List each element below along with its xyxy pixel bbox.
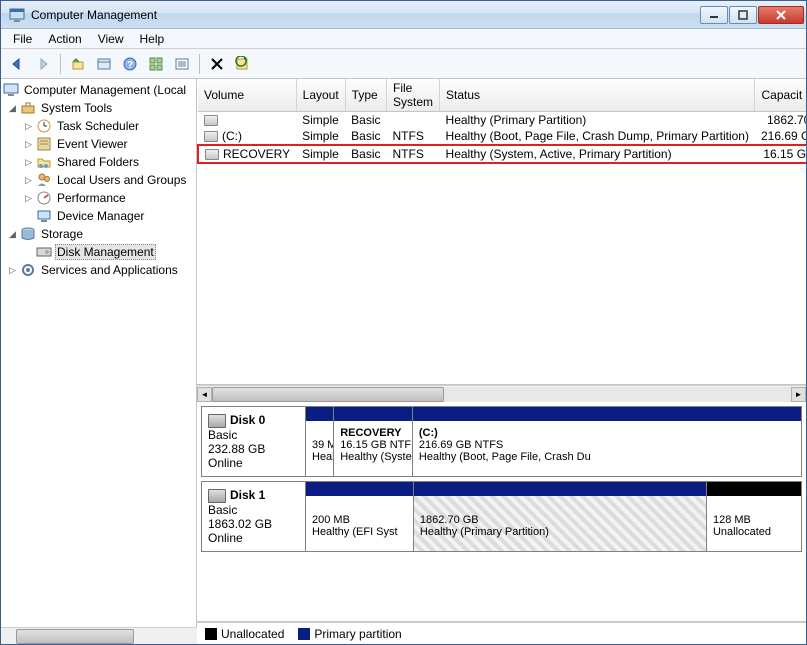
minimize-button[interactable] [700, 6, 728, 24]
tree-shared-folders[interactable]: ▷ Shared Folders [1, 153, 196, 171]
titlebar: Computer Management [1, 1, 806, 29]
maximize-button[interactable] [729, 6, 757, 24]
delete-button[interactable] [205, 52, 229, 76]
disk-info: Disk 0Basic232.88 GBOnline [202, 407, 306, 476]
volume-scrollbar[interactable]: ◄ ► [197, 385, 806, 402]
expand-icon[interactable]: ▷ [23, 121, 34, 132]
users-icon [36, 172, 52, 188]
col-type[interactable]: Type [345, 79, 386, 112]
options-button[interactable] [144, 52, 168, 76]
tree-task-scheduler[interactable]: ▷ Task Scheduler [1, 117, 196, 135]
forward-button[interactable] [31, 52, 55, 76]
tree-system-tools[interactable]: ◢ System Tools [1, 99, 196, 117]
shared-folder-icon [36, 154, 52, 170]
svg-text:?: ? [127, 60, 133, 71]
volume-table[interactable]: Volume Layout Type File System Status Ca… [197, 79, 806, 385]
table-row[interactable]: SimpleBasicHealthy (Primary Partition)18… [198, 112, 806, 129]
table-row[interactable]: RECOVERYSimpleBasicNTFSHealthy (System, … [198, 145, 806, 163]
legend: Unallocated Primary partition [197, 622, 806, 644]
menu-file[interactable]: File [5, 30, 40, 48]
device-icon [36, 208, 52, 224]
services-icon [20, 262, 36, 278]
expand-icon[interactable]: ▷ [23, 139, 34, 150]
expand-icon[interactable]: ▷ [23, 193, 34, 204]
toolbar: ? [1, 49, 806, 79]
tree-event-viewer[interactable]: ▷ Event Viewer [1, 135, 196, 153]
partition-stripe [707, 482, 801, 496]
tools-icon [20, 100, 36, 116]
disk-layout-panel[interactable]: Disk 0Basic232.88 GBOnline 39 MBHealthyR… [197, 402, 806, 622]
expand-icon[interactable]: ▷ [23, 157, 34, 168]
legend-unallocated-label: Unallocated [221, 627, 284, 641]
col-status[interactable]: Status [440, 79, 755, 112]
partition[interactable]: RECOVERY16.15 GB NTFSHealthy (System, Ac… [334, 407, 413, 476]
partition[interactable]: (C:)216.69 GB NTFSHealthy (Boot, Page Fi… [413, 407, 801, 476]
list-button[interactable] [170, 52, 194, 76]
tree-services-apps[interactable]: ▷ Services and Applications [1, 261, 196, 279]
window-title: Computer Management [31, 8, 700, 22]
app-icon [9, 7, 25, 23]
performance-icon [36, 190, 52, 206]
legend-primary-swatch [298, 628, 310, 640]
legend-unallocated-swatch [205, 628, 217, 640]
disk-row[interactable]: Disk 0Basic232.88 GBOnline 39 MBHealthyR… [201, 406, 802, 477]
properties-button[interactable] [92, 52, 116, 76]
menu-view[interactable]: View [90, 30, 132, 48]
tree-storage[interactable]: ◢ Storage [1, 225, 196, 243]
disk-info: Disk 1Basic1863.02 GBOnline [202, 482, 306, 551]
col-capacity[interactable]: Capacit [755, 79, 806, 112]
col-layout[interactable]: Layout [296, 79, 345, 112]
legend-primary-label: Primary partition [314, 627, 401, 641]
clock-icon [36, 118, 52, 134]
close-button[interactable] [758, 6, 804, 24]
tree-disk-management[interactable]: Disk Management [1, 243, 196, 261]
help-button[interactable]: ? [118, 52, 142, 76]
disk-icon [208, 414, 226, 428]
expand-icon[interactable]: ▷ [23, 175, 34, 186]
event-icon [36, 136, 52, 152]
storage-icon [20, 226, 36, 242]
disk-icon [36, 244, 52, 260]
navigation-tree[interactable]: Computer Management (Local ◢ System Tool… [1, 79, 197, 627]
table-header[interactable]: Volume Layout Type File System Status Ca… [198, 79, 806, 112]
drive-icon [205, 149, 219, 160]
computer-icon [3, 82, 19, 98]
toolbar-separator [60, 54, 61, 74]
collapse-icon[interactable]: ◢ [7, 229, 18, 240]
partition-stripe [306, 482, 413, 496]
partition-stripe [334, 407, 412, 421]
partition-stripe [414, 482, 706, 496]
back-button[interactable] [5, 52, 29, 76]
expand-icon[interactable]: ▷ [7, 265, 18, 276]
collapse-icon[interactable]: ◢ [7, 103, 18, 114]
menu-action[interactable]: Action [40, 30, 89, 48]
tree-local-users[interactable]: ▷ Local Users and Groups [1, 171, 196, 189]
tree-root[interactable]: Computer Management (Local [1, 81, 196, 99]
disk-row[interactable]: Disk 1Basic1863.02 GBOnline 200 MBHealth… [201, 481, 802, 552]
tree-performance[interactable]: ▷ Performance [1, 189, 196, 207]
menubar: File Action View Help [1, 29, 806, 49]
partition[interactable]: 200 MBHealthy (EFI Syst [306, 482, 414, 551]
refresh-button[interactable] [231, 52, 255, 76]
col-fs[interactable]: File System [387, 79, 440, 112]
partition[interactable]: 39 MBHealthy [306, 407, 334, 476]
menu-help[interactable]: Help [132, 30, 173, 48]
drive-icon [204, 131, 218, 142]
disk-icon [208, 489, 226, 503]
partition-stripe [413, 407, 801, 421]
tree-scrollbar[interactable] [1, 627, 197, 644]
drive-icon [204, 115, 218, 126]
partition[interactable]: 128 MBUnallocated [707, 482, 801, 551]
up-button[interactable] [66, 52, 90, 76]
partition[interactable]: 1862.70 GBHealthy (Primary Partition) [414, 482, 707, 551]
partition-stripe [306, 407, 333, 421]
toolbar-separator [199, 54, 200, 74]
col-volume[interactable]: Volume [198, 79, 296, 112]
table-row[interactable]: (C:)SimpleBasicNTFSHealthy (Boot, Page F… [198, 128, 806, 145]
tree-device-manager[interactable]: Device Manager [1, 207, 196, 225]
